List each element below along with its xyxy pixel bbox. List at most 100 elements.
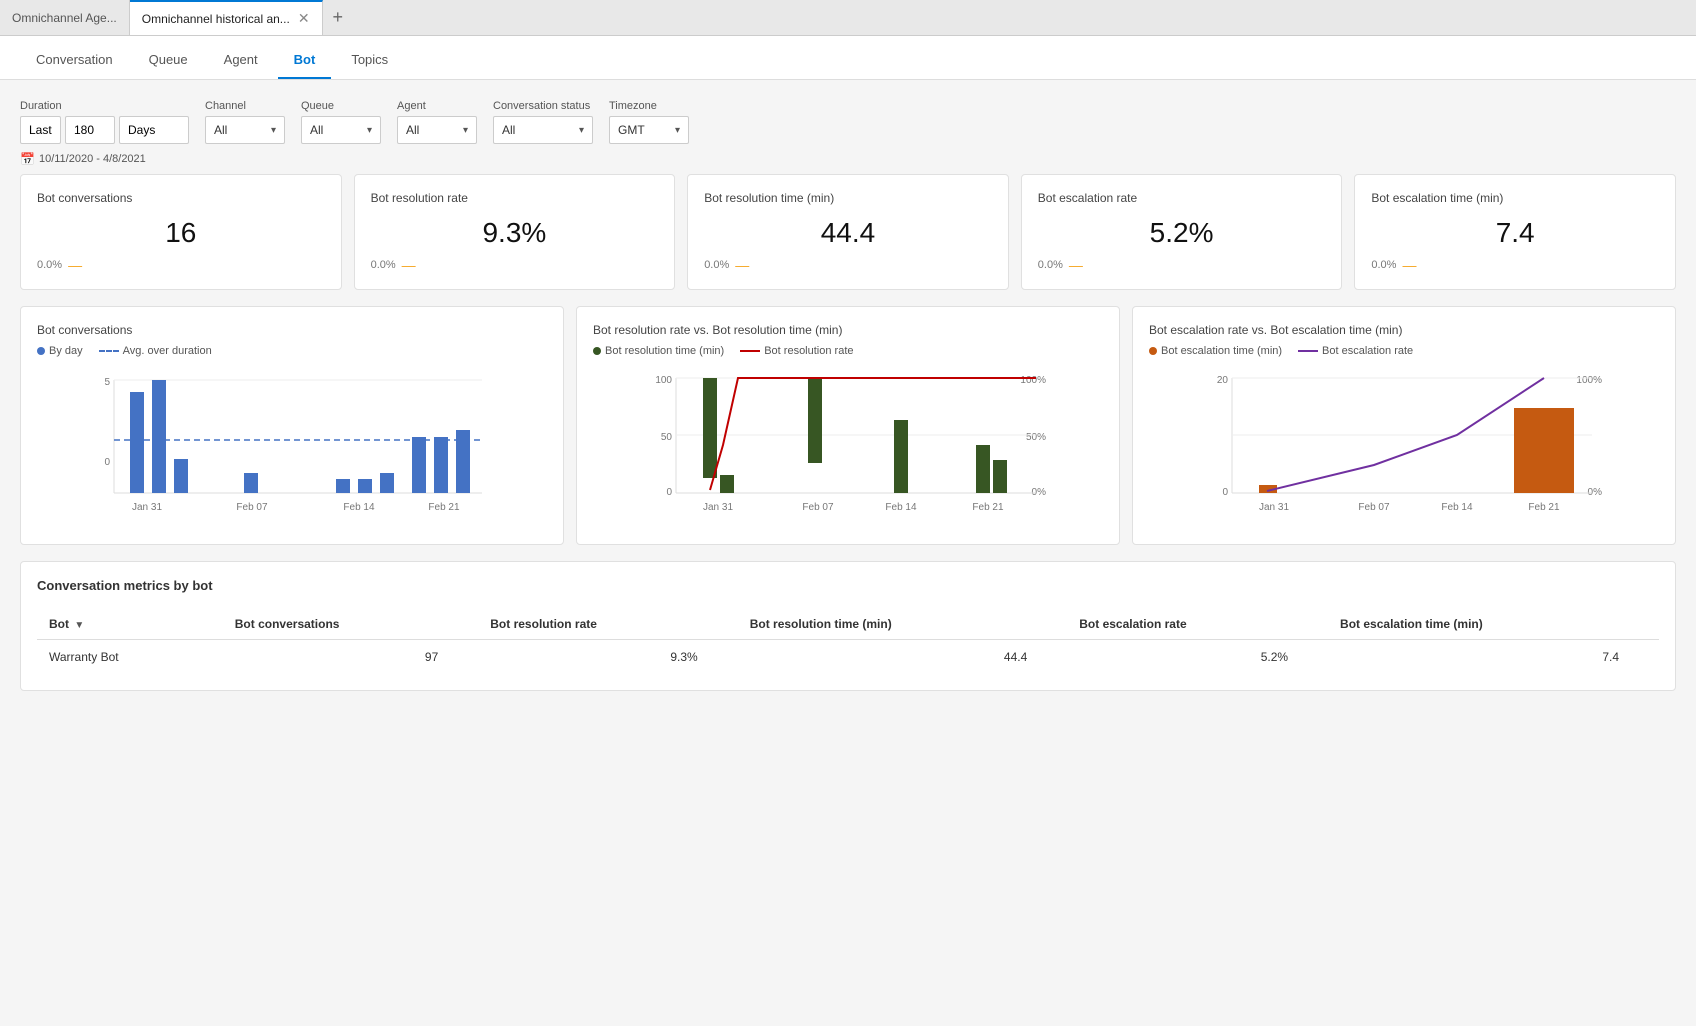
tab-conversation[interactable]: Conversation xyxy=(20,42,129,79)
bar xyxy=(336,479,350,493)
svg-text:Feb 07: Feb 07 xyxy=(1358,502,1390,513)
bar xyxy=(130,392,144,493)
channel-dropdown[interactable]: All ▾ xyxy=(205,116,285,144)
chart-title: Bot resolution rate vs. Bot resolution t… xyxy=(593,323,1103,337)
legend-line xyxy=(1298,350,1318,352)
svg-text:Feb 21: Feb 21 xyxy=(1528,502,1560,513)
chevron-down-icon: ▾ xyxy=(271,125,276,136)
kpi-value: 9.3% xyxy=(371,217,659,249)
cell-escalation-time: 7.4 xyxy=(1328,640,1659,675)
col-bot-resolution-time: Bot resolution time (min) xyxy=(738,609,1068,640)
kpi-indicator: — xyxy=(735,257,749,273)
duration-unit-select[interactable]: Days xyxy=(119,116,189,144)
chart-bot-conversations: Bot conversations By day Avg. over durat… xyxy=(20,306,564,545)
bot-escalation-chart: 20 0 100% 0% Jan xyxy=(1149,365,1659,525)
kpi-change: 0.0% xyxy=(1371,259,1396,271)
svg-text:Feb 07: Feb 07 xyxy=(236,502,268,513)
svg-text:Jan 31: Jan 31 xyxy=(1259,502,1289,513)
bot-metrics-table: Bot ▼ Bot conversations Bot resolution r… xyxy=(37,609,1659,674)
svg-text:0: 0 xyxy=(1222,487,1228,498)
browser-tab-2[interactable]: Omnichannel historical an... ✕ xyxy=(130,0,323,35)
channel-filter: Channel All ▾ xyxy=(205,100,285,144)
table-row: Warranty Bot 97 9.3% 44.4 5.2% 7.4 xyxy=(37,640,1659,675)
kpi-value: 16 xyxy=(37,217,325,249)
bot-resolution-chart: 100 50 0 100% 50% 0% xyxy=(593,365,1103,525)
legend-avg: Avg. over duration xyxy=(99,345,212,357)
col-bot-resolution-rate: Bot resolution rate xyxy=(478,609,737,640)
col-bot-escalation-rate: Bot escalation rate xyxy=(1067,609,1328,640)
table-section: Conversation metrics by bot Bot ▼ Bot co… xyxy=(20,561,1676,691)
col-bot-escalation-time: Bot escalation time (min) xyxy=(1328,609,1659,640)
kpi-indicator: — xyxy=(68,257,82,273)
col-bot[interactable]: Bot ▼ xyxy=(37,609,223,640)
browser-tabs: Omnichannel Age... Omnichannel historica… xyxy=(0,0,1696,36)
svg-text:100: 100 xyxy=(655,375,672,386)
conv-status-label: Conversation status xyxy=(493,100,593,112)
bar xyxy=(720,475,734,493)
duration-label: Duration xyxy=(20,100,189,112)
kpi-title: Bot escalation rate xyxy=(1038,191,1326,205)
svg-text:0: 0 xyxy=(104,457,110,468)
cell-bot-name: Warranty Bot xyxy=(37,640,223,675)
svg-text:Feb 14: Feb 14 xyxy=(1441,502,1473,513)
legend-dot xyxy=(37,347,45,355)
svg-text:Feb 14: Feb 14 xyxy=(885,502,917,513)
svg-text:20: 20 xyxy=(1217,375,1229,386)
timezone-filter: Timezone GMT ▾ xyxy=(609,100,689,144)
bar xyxy=(456,430,470,493)
bar xyxy=(244,473,258,493)
svg-text:Feb 14: Feb 14 xyxy=(343,502,375,513)
legend-dash xyxy=(99,350,119,352)
tab-queue[interactable]: Queue xyxy=(133,42,204,79)
bar xyxy=(993,460,1007,493)
tab-bot[interactable]: Bot xyxy=(278,42,332,79)
chevron-down-icon: ▾ xyxy=(367,125,372,136)
svg-text:Jan 31: Jan 31 xyxy=(132,502,162,513)
bar xyxy=(808,378,822,463)
kpi-indicator: — xyxy=(1069,257,1083,273)
add-tab-button[interactable]: + xyxy=(323,7,354,28)
svg-text:50: 50 xyxy=(661,432,673,443)
tab-agent[interactable]: Agent xyxy=(208,42,274,79)
chart-bot-escalation: Bot escalation rate vs. Bot escalation t… xyxy=(1132,306,1676,545)
legend-escalation-time: Bot escalation time (min) xyxy=(1149,345,1282,357)
duration-filter: Duration Last Days xyxy=(20,100,189,144)
duration-preset-select[interactable]: Last xyxy=(20,116,61,144)
duration-value-input[interactable] xyxy=(65,116,115,144)
bar xyxy=(412,437,426,493)
legend-by-day: By day xyxy=(37,345,83,357)
svg-text:Jan 31: Jan 31 xyxy=(703,502,733,513)
col-bot-conversations[interactable]: Bot conversations xyxy=(223,609,479,640)
kpi-bot-escalation-rate: Bot escalation rate 5.2% 0.0% — xyxy=(1021,174,1343,290)
bar xyxy=(1514,408,1574,493)
bar xyxy=(894,420,908,493)
chart-legend: Bot escalation time (min) Bot escalation… xyxy=(1149,345,1659,357)
date-range: 📅 10/11/2020 - 4/8/2021 xyxy=(20,152,1676,166)
svg-text:0: 0 xyxy=(666,487,672,498)
chevron-down-icon: ▾ xyxy=(579,125,584,136)
legend-resolution-rate: Bot resolution rate xyxy=(740,345,853,357)
bot-conversations-chart: 5 0 xyxy=(37,365,547,525)
tab-topics[interactable]: Topics xyxy=(335,42,404,79)
kpi-change: 0.0% xyxy=(371,259,396,271)
bar xyxy=(152,380,166,493)
bar xyxy=(434,437,448,493)
chart-title: Bot conversations xyxy=(37,323,547,337)
svg-text:100%: 100% xyxy=(1576,375,1602,386)
conv-status-dropdown[interactable]: All ▾ xyxy=(493,116,593,144)
timezone-label: Timezone xyxy=(609,100,689,112)
svg-text:50%: 50% xyxy=(1026,432,1046,443)
timezone-dropdown[interactable]: GMT ▾ xyxy=(609,116,689,144)
agent-dropdown[interactable]: All ▾ xyxy=(397,116,477,144)
bar xyxy=(174,459,188,493)
queue-dropdown[interactable]: All ▾ xyxy=(301,116,381,144)
kpi-value: 5.2% xyxy=(1038,217,1326,249)
legend-escalation-rate: Bot escalation rate xyxy=(1298,345,1413,357)
cell-conversations: 97 xyxy=(223,640,479,675)
kpi-value: 7.4 xyxy=(1371,217,1659,249)
close-tab-icon[interactable]: ✕ xyxy=(298,10,310,27)
browser-tab-1[interactable]: Omnichannel Age... xyxy=(0,0,130,35)
kpi-title: Bot conversations xyxy=(37,191,325,205)
table-section-title: Conversation metrics by bot xyxy=(37,578,1659,593)
kpi-indicator: — xyxy=(1402,257,1416,273)
